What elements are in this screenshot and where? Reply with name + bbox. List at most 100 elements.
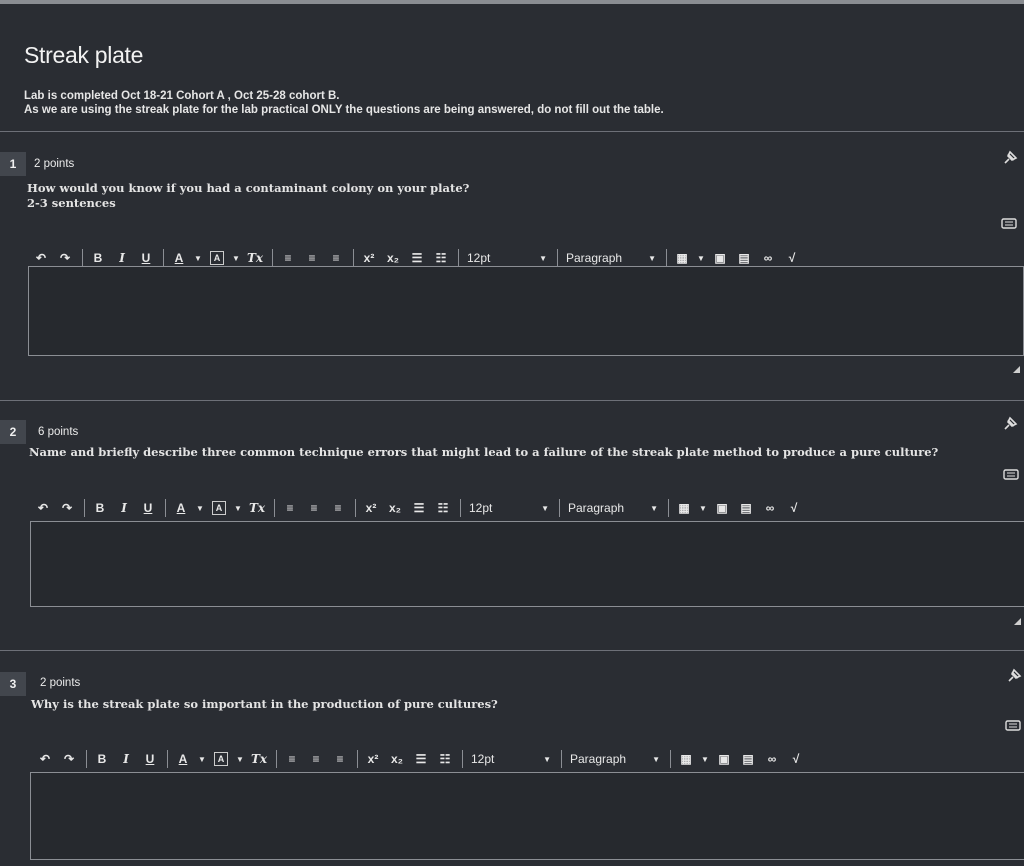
- align-right-icon[interactable]: ≡: [325, 248, 347, 268]
- subscript-button[interactable]: x₂: [382, 248, 404, 268]
- toolbar-separator: [559, 499, 560, 517]
- chevron-down-icon[interactable]: ▼: [196, 749, 208, 769]
- toolbar-separator: [163, 249, 164, 267]
- chevron-down-icon[interactable]: ▼: [192, 248, 204, 268]
- superscript-button[interactable]: x²: [362, 749, 384, 769]
- toolbar-separator: [272, 249, 273, 267]
- font-color-button[interactable]: A: [170, 498, 192, 518]
- question-prompt: How would you know if you had a contamin…: [27, 181, 470, 195]
- chevron-down-icon[interactable]: ▼: [230, 248, 242, 268]
- image-icon[interactable]: ▣: [713, 749, 735, 769]
- media-icon[interactable]: ▤: [737, 749, 759, 769]
- link-icon[interactable]: ∞: [757, 248, 779, 268]
- font-size-select[interactable]: 12pt ▼: [467, 749, 555, 769]
- subscript-button[interactable]: x₂: [384, 498, 406, 518]
- superscript-button[interactable]: x²: [358, 248, 380, 268]
- media-icon[interactable]: ▤: [735, 498, 757, 518]
- toolbar-separator: [561, 750, 562, 768]
- toolbar-separator: [357, 750, 358, 768]
- link-icon[interactable]: ∞: [761, 749, 783, 769]
- chevron-down-icon[interactable]: ▼: [234, 749, 246, 769]
- align-left-icon[interactable]: ≡: [279, 498, 301, 518]
- numbered-list-icon[interactable]: ☷: [432, 498, 454, 518]
- table-icon[interactable]: ▦: [671, 248, 693, 268]
- bullet-list-icon[interactable]: ☰: [406, 248, 428, 268]
- font-size-select[interactable]: 12pt ▼: [465, 498, 553, 518]
- resize-handle-icon[interactable]: [1014, 618, 1021, 625]
- intro-line-1: Lab is completed Oct 18-21 Cohort A , Oc…: [24, 90, 340, 102]
- pin-icon[interactable]: [1000, 416, 1018, 434]
- keyboard-shortcut-icon[interactable]: [1004, 716, 1022, 734]
- keyboard-shortcut-icon[interactable]: [1000, 214, 1018, 232]
- block-format-select[interactable]: Paragraph ▼: [562, 248, 660, 268]
- subscript-button[interactable]: x₂: [386, 749, 408, 769]
- block-format-select[interactable]: Paragraph ▼: [564, 498, 662, 518]
- bullet-list-icon[interactable]: ☰: [410, 749, 432, 769]
- bold-button[interactable]: B: [91, 749, 113, 769]
- align-center-icon[interactable]: ≡: [301, 248, 323, 268]
- equation-icon[interactable]: √: [783, 498, 805, 518]
- background-color-button[interactable]: A: [206, 248, 228, 268]
- table-icon[interactable]: ▦: [675, 749, 697, 769]
- underline-button[interactable]: U: [137, 498, 159, 518]
- italic-button[interactable]: I: [113, 498, 135, 518]
- resize-handle-icon[interactable]: [1013, 366, 1020, 373]
- pin-icon[interactable]: [1004, 668, 1022, 686]
- align-center-icon[interactable]: ≡: [303, 498, 325, 518]
- redo-icon[interactable]: ↷: [54, 248, 76, 268]
- underline-button[interactable]: U: [135, 248, 157, 268]
- keyboard-shortcut-icon[interactable]: [1002, 465, 1020, 483]
- page-title: Streak plate: [24, 42, 144, 68]
- toolbar-separator: [353, 249, 354, 267]
- font-color-button[interactable]: A: [168, 248, 190, 268]
- font-color-button[interactable]: A: [172, 749, 194, 769]
- background-color-button[interactable]: A: [208, 498, 230, 518]
- align-left-icon[interactable]: ≡: [281, 749, 303, 769]
- redo-icon[interactable]: ↷: [58, 749, 80, 769]
- table-icon[interactable]: ▦: [673, 498, 695, 518]
- answer-editor[interactable]: [30, 521, 1024, 607]
- numbered-list-icon[interactable]: ☷: [430, 248, 452, 268]
- redo-icon[interactable]: ↷: [56, 498, 78, 518]
- image-icon[interactable]: ▣: [711, 498, 733, 518]
- align-right-icon[interactable]: ≡: [329, 749, 351, 769]
- toolbar-separator: [84, 499, 85, 517]
- italic-button[interactable]: I: [111, 248, 133, 268]
- font-size-select[interactable]: 12pt ▼: [463, 248, 551, 268]
- answer-editor[interactable]: [30, 772, 1024, 860]
- clear-formatting-button[interactable]: Tx: [246, 498, 268, 518]
- chevron-down-icon[interactable]: ▼: [699, 749, 711, 769]
- pin-icon[interactable]: [1000, 150, 1018, 168]
- italic-button[interactable]: I: [115, 749, 137, 769]
- numbered-list-icon[interactable]: ☷: [434, 749, 456, 769]
- divider: [0, 131, 1024, 132]
- toolbar-separator: [167, 750, 168, 768]
- align-left-icon[interactable]: ≡: [277, 248, 299, 268]
- equation-icon[interactable]: √: [781, 248, 803, 268]
- chevron-down-icon[interactable]: ▼: [695, 248, 707, 268]
- bold-button[interactable]: B: [87, 248, 109, 268]
- undo-icon[interactable]: ↶: [34, 749, 56, 769]
- image-icon[interactable]: ▣: [709, 248, 731, 268]
- align-right-icon[interactable]: ≡: [327, 498, 349, 518]
- answer-editor[interactable]: [28, 266, 1024, 356]
- clear-formatting-button[interactable]: Tx: [244, 248, 266, 268]
- clear-formatting-button[interactable]: Tx: [248, 749, 270, 769]
- chevron-down-icon[interactable]: ▼: [194, 498, 206, 518]
- align-center-icon[interactable]: ≡: [305, 749, 327, 769]
- undo-icon[interactable]: ↶: [32, 498, 54, 518]
- media-icon[interactable]: ▤: [733, 248, 755, 268]
- equation-icon[interactable]: √: [785, 749, 807, 769]
- background-color-button[interactable]: A: [210, 749, 232, 769]
- chevron-down-icon[interactable]: ▼: [697, 498, 709, 518]
- underline-button[interactable]: U: [139, 749, 161, 769]
- block-format-select[interactable]: Paragraph ▼: [566, 749, 664, 769]
- bullet-list-icon[interactable]: ☰: [408, 498, 430, 518]
- question-text: Why is the streak plate so important in …: [31, 697, 498, 712]
- undo-icon[interactable]: ↶: [30, 248, 52, 268]
- chevron-down-icon[interactable]: ▼: [232, 498, 244, 518]
- bold-button[interactable]: B: [89, 498, 111, 518]
- toolbar-separator: [355, 499, 356, 517]
- link-icon[interactable]: ∞: [759, 498, 781, 518]
- superscript-button[interactable]: x²: [360, 498, 382, 518]
